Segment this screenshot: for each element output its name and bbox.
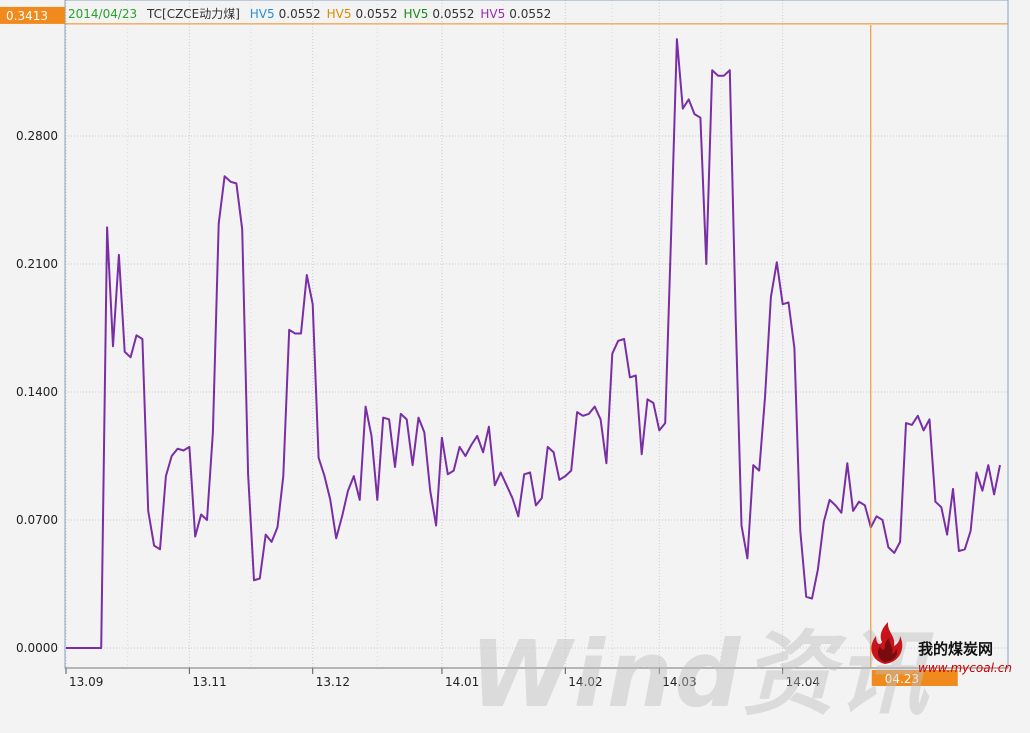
x-tick-label: 13.09 <box>69 675 103 689</box>
legend-entry-value: 0.0552 <box>355 7 398 21</box>
legend-entry-label: HV5 <box>403 7 429 21</box>
legend-instrument: TC[CZCE动力煤] <box>147 7 240 21</box>
chart-grid <box>65 0 1008 668</box>
flame-icon <box>871 622 903 664</box>
legend-entry-label: HV5 <box>249 7 275 21</box>
legend-entry-value: 0.0552 <box>509 7 552 21</box>
x-tick-label: 13.11 <box>192 675 226 689</box>
brand-name: 我的煤炭网 <box>918 640 994 658</box>
series-layer <box>66 38 1001 649</box>
legend: 2014/04/23 TC[CZCE动力煤] HV5 0.0552 HV5 0.055… <box>68 5 563 22</box>
y-tick-label: 0.2800 <box>16 129 58 143</box>
y-tick-label: 0.1400 <box>16 385 58 399</box>
brand-url: www.mycoal.cn <box>918 661 1012 675</box>
legend-entry-label: HV5 <box>326 7 352 21</box>
brand-logo: 我的煤炭网 www.mycoal.cn <box>871 622 1012 675</box>
legend-entry-value: 0.0552 <box>432 7 475 21</box>
series-line-hv5 <box>66 38 1001 649</box>
x-tick-label: 13.12 <box>316 675 350 689</box>
legend-entry-label: HV5 <box>480 7 506 21</box>
legend-entry-value: 0.0552 <box>278 7 321 21</box>
y-tick-label: 0.0000 <box>16 641 58 655</box>
y-axis: 0.0000 0.0700 0.1400 0.2100 0.2800 <box>16 129 58 655</box>
crosshair-y-label: 0.3413 <box>6 9 48 23</box>
y-tick-label: 0.0700 <box>16 513 58 527</box>
legend-entries: HV5 0.0552 HV5 0.0552 HV5 0.0552 HV5 0.0552 <box>250 7 558 21</box>
y-tick-label: 0.2100 <box>16 257 58 271</box>
legend-date: 2014/04/23 <box>68 7 138 21</box>
plot-frame <box>64 0 1009 669</box>
volatility-chart[interactable]: 0.0000 0.0700 0.1400 0.2100 0.2800 13.09 13.1… <box>0 0 1030 691</box>
watermark-text: Wind资讯 <box>470 621 931 728</box>
